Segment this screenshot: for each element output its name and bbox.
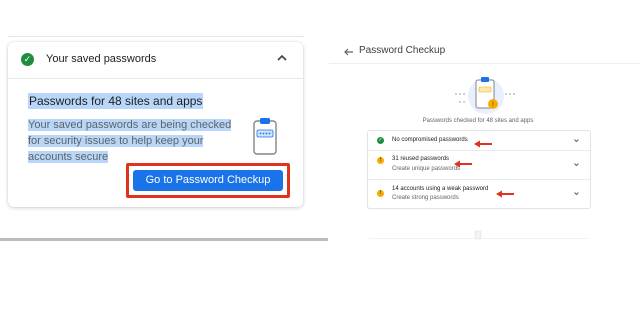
- body-description: Your saved passwords are being checked f…: [28, 117, 240, 165]
- card-header[interactable]: ✓ Your saved passwords: [8, 42, 303, 79]
- back-arrow-icon[interactable]: [343, 46, 355, 58]
- row-title: No compromised passwords: [392, 137, 468, 143]
- body-description-text: Your saved passwords are being checked f…: [28, 119, 232, 163]
- red-arrow-icon: [496, 190, 514, 198]
- left-screenshot-panel: ✓ Your saved passwords Passwords for 48 …: [0, 0, 328, 320]
- check-circle-icon: ✓: [21, 53, 34, 66]
- chevron-down-icon[interactable]: [573, 161, 580, 168]
- title-divider: [329, 63, 640, 64]
- panel-bottom-divider: [0, 238, 328, 241]
- row-subtitle: Create unique passwords: [392, 166, 461, 172]
- row-title: 14 accounts using a weak password: [392, 186, 489, 192]
- warning-icon: !: [377, 190, 384, 197]
- right-screenshot-panel: Password Checkup ! Passwords checked for…: [329, 34, 640, 246]
- clipboard-password-icon: [253, 118, 277, 155]
- row-subtitle: Create strong passwords: [392, 195, 459, 201]
- row-reused[interactable]: ! 31 reused passwords Create unique pass…: [368, 151, 590, 180]
- body-title-text: Passwords for 48 sites and apps: [28, 93, 204, 109]
- row-title: 31 reused passwords: [392, 156, 450, 162]
- chevron-down-icon[interactable]: [573, 137, 580, 144]
- chevron-down-icon[interactable]: [573, 190, 580, 197]
- warning-icon: !: [377, 157, 384, 164]
- go-to-password-checkup-button[interactable]: Go to Password Checkup: [133, 170, 283, 191]
- svg-text:!: !: [492, 102, 494, 109]
- faded-illustration-icon: [474, 230, 482, 240]
- chevron-up-icon[interactable]: [275, 51, 289, 65]
- page-title: Password Checkup: [359, 45, 446, 56]
- row-weak[interactable]: ! 14 accounts using a weak password Crea…: [368, 180, 590, 208]
- top-divider: [8, 36, 304, 37]
- red-arrow-icon: [474, 140, 492, 148]
- card-title: Your saved passwords: [46, 53, 157, 65]
- check-circle-icon: ✓: [377, 137, 384, 144]
- body-title: Passwords for 48 sites and apps: [28, 93, 282, 109]
- red-arrow-icon: [454, 160, 472, 168]
- clipboard-illustration: !: [455, 77, 515, 114]
- checked-summary: Passwords checked for 48 sites and apps: [422, 118, 534, 124]
